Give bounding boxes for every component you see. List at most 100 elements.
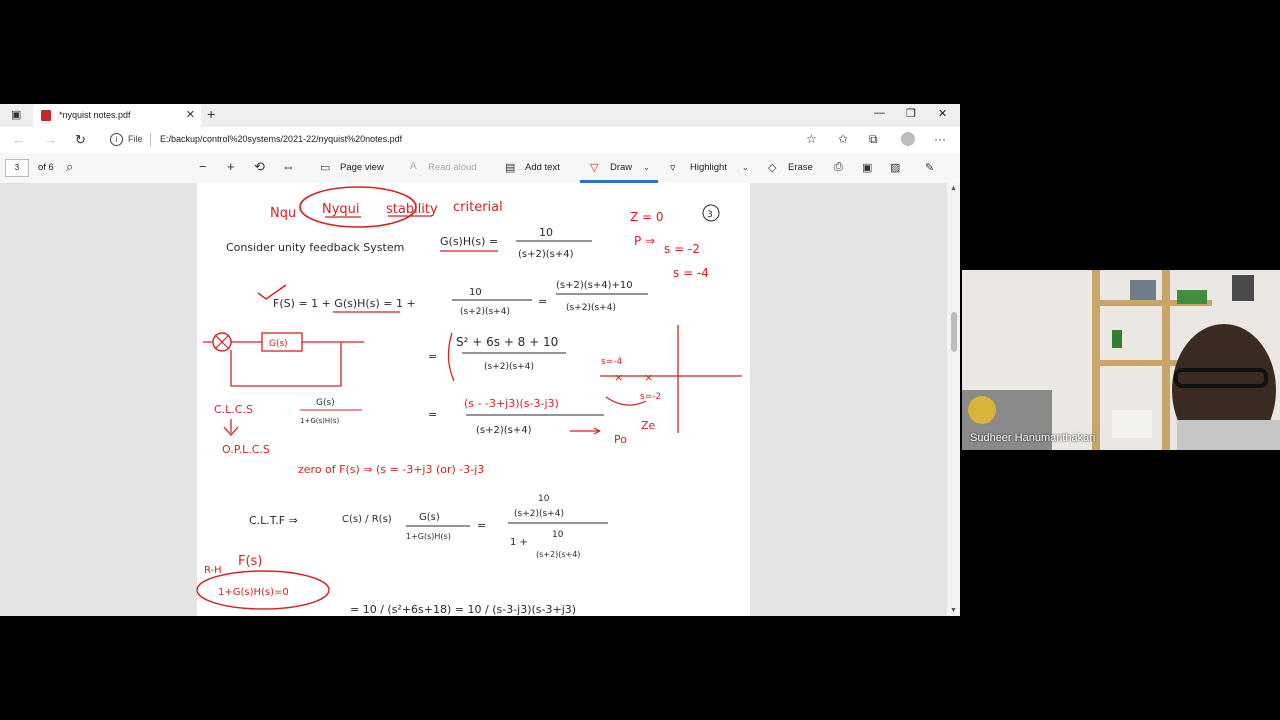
cs-over-rs: C(s) / R(s) [342,514,392,525]
tab-title: *nyquist notes.pdf [59,110,131,120]
pole-s-minus-2: s = -2 [664,242,700,256]
pdf-toolbar: 3 of 6 ⌕ − + ⟲ ⇔ ▭ Page view A Read alou… [0,153,960,184]
z-equals-zero: Z = 0 [630,210,664,224]
fraction-denominator: (s+2)(s+4) [514,509,564,519]
vertical-scrollbar[interactable] [947,183,960,616]
s-minus-4-marker: s=-4 [601,357,622,367]
zoom-out-icon[interactable]: − [199,159,207,174]
participant-name: Sudheer Hanumanthakari [970,432,1096,444]
chevron-down-icon[interactable]: ⌄ [742,163,749,172]
one-plus-gh: 1+G(s)H(s) [406,532,451,541]
pole-x: × [614,371,623,384]
erase-icon: ◇ [768,162,777,174]
tab-nyquist-notes[interactable]: *nyquist notes.pdf ✕ [33,104,201,127]
zero-of-fs-line: zero of F(s) ⇒ (s = -3+j3 (or) -3-j3 [298,463,484,476]
fraction-denominator: (s+2)(s+4) [518,249,574,260]
draw-button[interactable]: Draw [610,162,632,173]
sidebar-toggle-icon[interactable]: ▣ [11,108,21,121]
rh-label: R-H [204,565,222,576]
s2-numerator: S² + 6s + 8 + 10 [456,335,558,349]
scroll-up-icon[interactable]: ▲ [950,185,957,192]
page-number-input[interactable]: 3 [5,159,29,177]
fraction-numerator: 10 [539,226,553,239]
equals-sign: = [428,408,437,421]
page-view-button[interactable]: Page view [340,162,384,173]
oplcs-label: O.P.L.C.S [222,443,270,456]
forward-icon[interactable]: → [44,132,57,147]
s-minus-2-marker: s=-2 [640,392,661,402]
more-icon[interactable]: ··· [934,132,946,146]
print-icon[interactable]: ⎙ [834,161,843,174]
info-icon[interactable]: i [110,133,123,146]
save-as-icon[interactable]: ▨ [890,161,900,174]
pole-x: × [644,371,653,384]
consider-text: Consider unity feedback System [226,241,404,254]
close-icon[interactable]: ✕ [186,108,195,121]
pole-s-minus-4: s = -4 [673,266,709,280]
chevron-down-icon[interactable]: ⌄ [643,163,650,172]
pdf-icon [41,110,51,121]
page-view-icon: ▭ [320,162,331,174]
restore-icon[interactable]: ❐ [906,107,916,120]
close-window-icon[interactable]: ✕ [938,107,947,120]
zoom-in-icon[interactable]: + [227,159,235,174]
read-aloud-button[interactable]: Read aloud [428,162,477,173]
refresh-icon[interactable]: ↻ [75,132,86,148]
highlight-button[interactable]: Highlight [690,162,727,173]
profile-icon[interactable] [901,132,915,146]
gh-label: G(s)H(s) = [440,235,498,248]
address-separator [150,133,151,146]
fraction-numerator: 10 [552,530,564,540]
back-icon[interactable]: ← [12,132,25,147]
fraction-denominator: (s+2)(s+4) [536,550,580,559]
pdf-viewer[interactable]: Nqu Nyqui stability criterial Z = 0 3 P … [0,183,960,616]
fs-red-label: F(s) [238,554,262,569]
rotate-icon[interactable]: ⟲ [254,159,265,175]
po-label: Po [614,433,627,446]
erase-button[interactable]: Erase [788,162,813,173]
roots-numerator: (s - -3+j3)(s-3-j3) [464,397,559,410]
search-icon[interactable]: ⌕ [66,159,73,175]
draw-icon: ▽ [590,162,599,174]
characteristic-equation: 1+G(s)H(s)=0 [218,587,289,598]
roots-denominator: (s+2)(s+4) [476,425,532,436]
fs-equation: F(S) = 1 + G(s)H(s) = 1 + [273,297,416,310]
one-plus: 1 + [510,537,528,548]
clcs-label: C.L.C.S [214,403,253,416]
webcam-video: Sudheer Hanumanthakari [962,270,1280,450]
s2-denominator: (s+2)(s+4) [484,362,534,372]
address-bar: ← → ↻ i File E:/backup/control%20systems… [0,127,960,154]
equals-sign: = [428,350,437,363]
plus-icon[interactable]: + [207,106,215,122]
pin-icon[interactable]: ✎ [925,161,934,174]
minimize-icon[interactable]: — [874,107,885,119]
favorite-add-icon[interactable]: ☆ [806,132,817,146]
fraction-numerator: 10 [469,287,482,298]
fit-page-icon[interactable]: ⇔ [282,159,295,174]
browser-window: ▣ *nyquist notes.pdf ✕ + — ❐ ✕ ← → ↻ i F… [0,104,960,616]
page-total: of 6 [38,162,54,173]
title-word: Nyqui [322,202,360,217]
highlight-icon: ▿ [670,162,676,174]
add-text-icon: ▤ [505,162,516,174]
scroll-down-icon[interactable]: ▼ [950,607,957,614]
read-aloud-icon: A [410,161,417,172]
scrollbar-thumb[interactable] [951,312,957,352]
favorites-icon[interactable]: ✩ [838,132,848,146]
save-icon[interactable]: ▣ [862,161,872,174]
equals-sign: = [538,295,547,308]
title-word: criterial [453,200,503,215]
bottom-equation: = 10 / (s²+6s+18) = 10 / (s-3-j3)(s-3+j3… [350,603,576,616]
collections-icon[interactable]: ⧉ [869,132,878,147]
cltf-label: C.L.T.F ⇒ [249,514,298,527]
clcs-numerator: G(s) [316,398,335,408]
clcs-denominator: 1+G(s)H(s) [300,417,339,425]
fraction-numerator: 10 [538,494,550,504]
url-field[interactable]: E:/backup/control%20systems/2021-22/nyqu… [160,134,402,144]
g-numerator: G(s) [419,512,440,523]
page-number-mark: 3 [707,210,713,220]
add-text-button[interactable]: Add text [525,162,560,173]
title-word: Nqu [270,206,296,221]
tab-strip: ▣ *nyquist notes.pdf ✕ + — ❐ ✕ [0,104,960,127]
webcam-scene [962,270,1280,450]
